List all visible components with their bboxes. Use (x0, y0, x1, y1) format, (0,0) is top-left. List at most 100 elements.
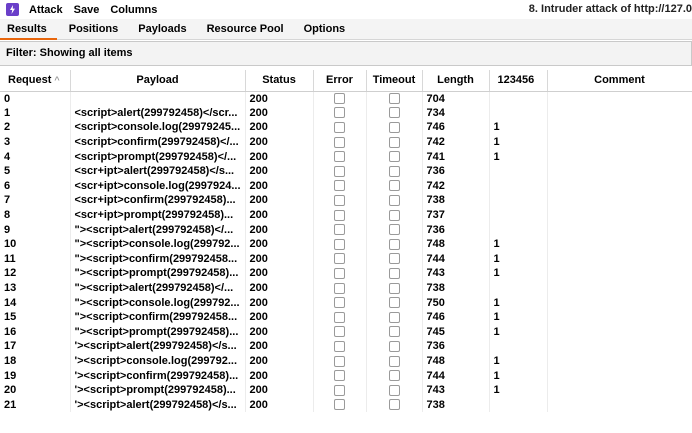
cell-payload: '><script>console.log(299792... (70, 353, 246, 369)
timeout-checkbox (388, 93, 400, 105)
table-row[interactable]: 13 "><script>alert(299792458)</... 200 738 (0, 280, 692, 296)
table-row[interactable]: 8 <scr+ipt>prompt(299792458)... 200 737 (0, 207, 692, 223)
table-row[interactable]: 6 <scr+ipt>console.log(2997924... 200 742 (0, 178, 692, 194)
cell-length: 738 (422, 397, 490, 413)
column-header-status[interactable]: Status (245, 70, 314, 92)
error-checkbox (334, 136, 345, 148)
tab-payloads[interactable]: Payloads (128, 19, 196, 39)
table-row[interactable]: 16 "><script>prompt(299792458)... 200 745 1 (0, 324, 692, 340)
error-checkbox (334, 151, 345, 163)
cell-status: 200 (245, 105, 314, 121)
cell-payload: "><script>confirm(299792458... (70, 309, 246, 325)
column-header-grep-123456[interactable]: 123456 (489, 70, 548, 92)
filter-bar[interactable]: Filter: Showing all items (0, 41, 692, 66)
cell-status: 200 (245, 397, 314, 413)
column-header-error[interactable]: Error (313, 70, 367, 92)
cell-error (313, 353, 367, 369)
table-row[interactable]: 7 <scr+ipt>confirm(299792458)... 200 738 (0, 193, 692, 208)
cell-request: 21 (0, 397, 71, 413)
column-header-comment[interactable]: Comment (547, 70, 692, 92)
cell-error (313, 397, 367, 413)
table-row[interactable]: 0 200 704 (0, 91, 692, 106)
burp-app-icon (6, 3, 19, 16)
cell-status: 200 (245, 120, 314, 135)
menu-save[interactable]: Save (74, 4, 100, 16)
table-row[interactable]: 15 "><script>confirm(299792458... 200 746 1 (0, 309, 692, 325)
error-checkbox (334, 384, 345, 396)
cell-length: 737 (422, 207, 490, 223)
cell-error (313, 178, 367, 194)
cell-length: 743 (422, 266, 490, 281)
timeout-checkbox (388, 209, 400, 221)
timeout-checkbox (388, 311, 400, 323)
table-row[interactable]: 2 <script>console.log(29979245... 200 746 1 (0, 120, 692, 135)
cell-comment (547, 266, 692, 281)
table-row[interactable]: 14 "><script>console.log(299792... 200 750 1 (0, 295, 692, 310)
menu-attack[interactable]: Attack (29, 4, 63, 16)
cell-status: 200 (245, 295, 314, 310)
error-checkbox (334, 370, 345, 382)
column-header-timeout[interactable]: Timeout (366, 70, 423, 92)
cell-error (313, 324, 367, 340)
cell-status: 200 (245, 339, 314, 354)
timeout-checkbox (388, 195, 400, 207)
table-row[interactable]: 21 '><script>alert(299792458)</s... 200 738 (0, 397, 692, 413)
cell-comment (547, 382, 692, 398)
cell-request: 19 (0, 368, 71, 383)
timeout-checkbox (388, 180, 400, 192)
tab-options[interactable]: Options (294, 19, 356, 39)
results-table: Request ^ Payload Status Error Timeout Le… (0, 70, 692, 413)
error-checkbox (334, 268, 345, 280)
cell-error (313, 149, 367, 164)
table-row[interactable]: 20 '><script>prompt(299792458)... 200 743 1 (0, 382, 692, 398)
timeout-checkbox (388, 238, 400, 250)
cell-payload: "><script>prompt(299792458)... (70, 266, 246, 281)
column-header-length[interactable]: Length (422, 70, 490, 92)
cell-comment (547, 193, 692, 208)
cell-comment (547, 339, 692, 354)
table-row[interactable]: 3 <script>confirm(299792458)</... 200 742 1 (0, 134, 692, 150)
timeout-checkbox (388, 122, 400, 134)
cell-request: 11 (0, 251, 71, 267)
cell-length: 748 (422, 353, 490, 369)
error-checkbox (334, 253, 345, 265)
cell-payload: "><script>alert(299792458)</... (70, 222, 246, 237)
cell-comment (547, 368, 692, 383)
cell-grep-match (489, 339, 548, 354)
cell-status: 200 (245, 382, 314, 398)
table-row[interactable]: 1 <script>alert(299792458)</scr... 200 734 (0, 105, 692, 121)
menu-bar: Attack Save Columns 8. Intruder attack o… (0, 0, 692, 19)
column-header-payload[interactable]: Payload (70, 70, 246, 92)
cell-grep-match: 1 (489, 149, 548, 164)
cell-request: 9 (0, 222, 71, 237)
table-row[interactable]: 5 <scr+ipt>alert(299792458)</s... 200 736 (0, 163, 692, 179)
table-row[interactable]: 19 '><script>confirm(299792458)... 200 744 1 (0, 368, 692, 383)
table-row[interactable]: 11 "><script>confirm(299792458... 200 744 1 (0, 251, 692, 267)
menu-columns[interactable]: Columns (110, 4, 157, 16)
table-row[interactable]: 17 '><script>alert(299792458)</s... 200 736 (0, 339, 692, 354)
table-row[interactable]: 18 '><script>console.log(299792... 200 748 1 (0, 353, 692, 369)
table-row[interactable]: 10 "><script>console.log(299792... 200 748 1 (0, 236, 692, 252)
table-row[interactable]: 4 <script>prompt(299792458)</... 200 741 1 (0, 149, 692, 164)
cell-length: 734 (422, 105, 490, 121)
tab-bar: Results Positions Payloads Resource Pool… (0, 19, 692, 40)
table-header-row: Request ^ Payload Status Error Timeout Le… (0, 70, 692, 92)
cell-payload: <scr+ipt>confirm(299792458)... (70, 193, 246, 208)
cell-length: 748 (422, 236, 490, 252)
cell-error (313, 251, 367, 267)
cell-length: 738 (422, 280, 490, 296)
tab-resource-pool[interactable]: Resource Pool (197, 19, 294, 39)
table-body: 0 200 704 1 <script>alert(299792458)</scr...… (0, 91, 692, 413)
cell-status: 200 (245, 207, 314, 223)
tab-positions[interactable]: Positions (59, 19, 129, 39)
cell-comment (547, 324, 692, 340)
tab-results[interactable]: Results (0, 19, 57, 40)
timeout-checkbox (388, 165, 400, 177)
table-row[interactable]: 9 "><script>alert(299792458)</... 200 736 (0, 222, 692, 237)
cell-payload: '><script>confirm(299792458)... (70, 368, 246, 383)
table-row[interactable]: 12 "><script>prompt(299792458)... 200 743 1 (0, 266, 692, 281)
cell-length: 750 (422, 295, 490, 310)
cell-timeout (366, 149, 423, 164)
cell-status: 200 (245, 324, 314, 340)
column-header-request[interactable]: Request ^ (0, 70, 71, 92)
